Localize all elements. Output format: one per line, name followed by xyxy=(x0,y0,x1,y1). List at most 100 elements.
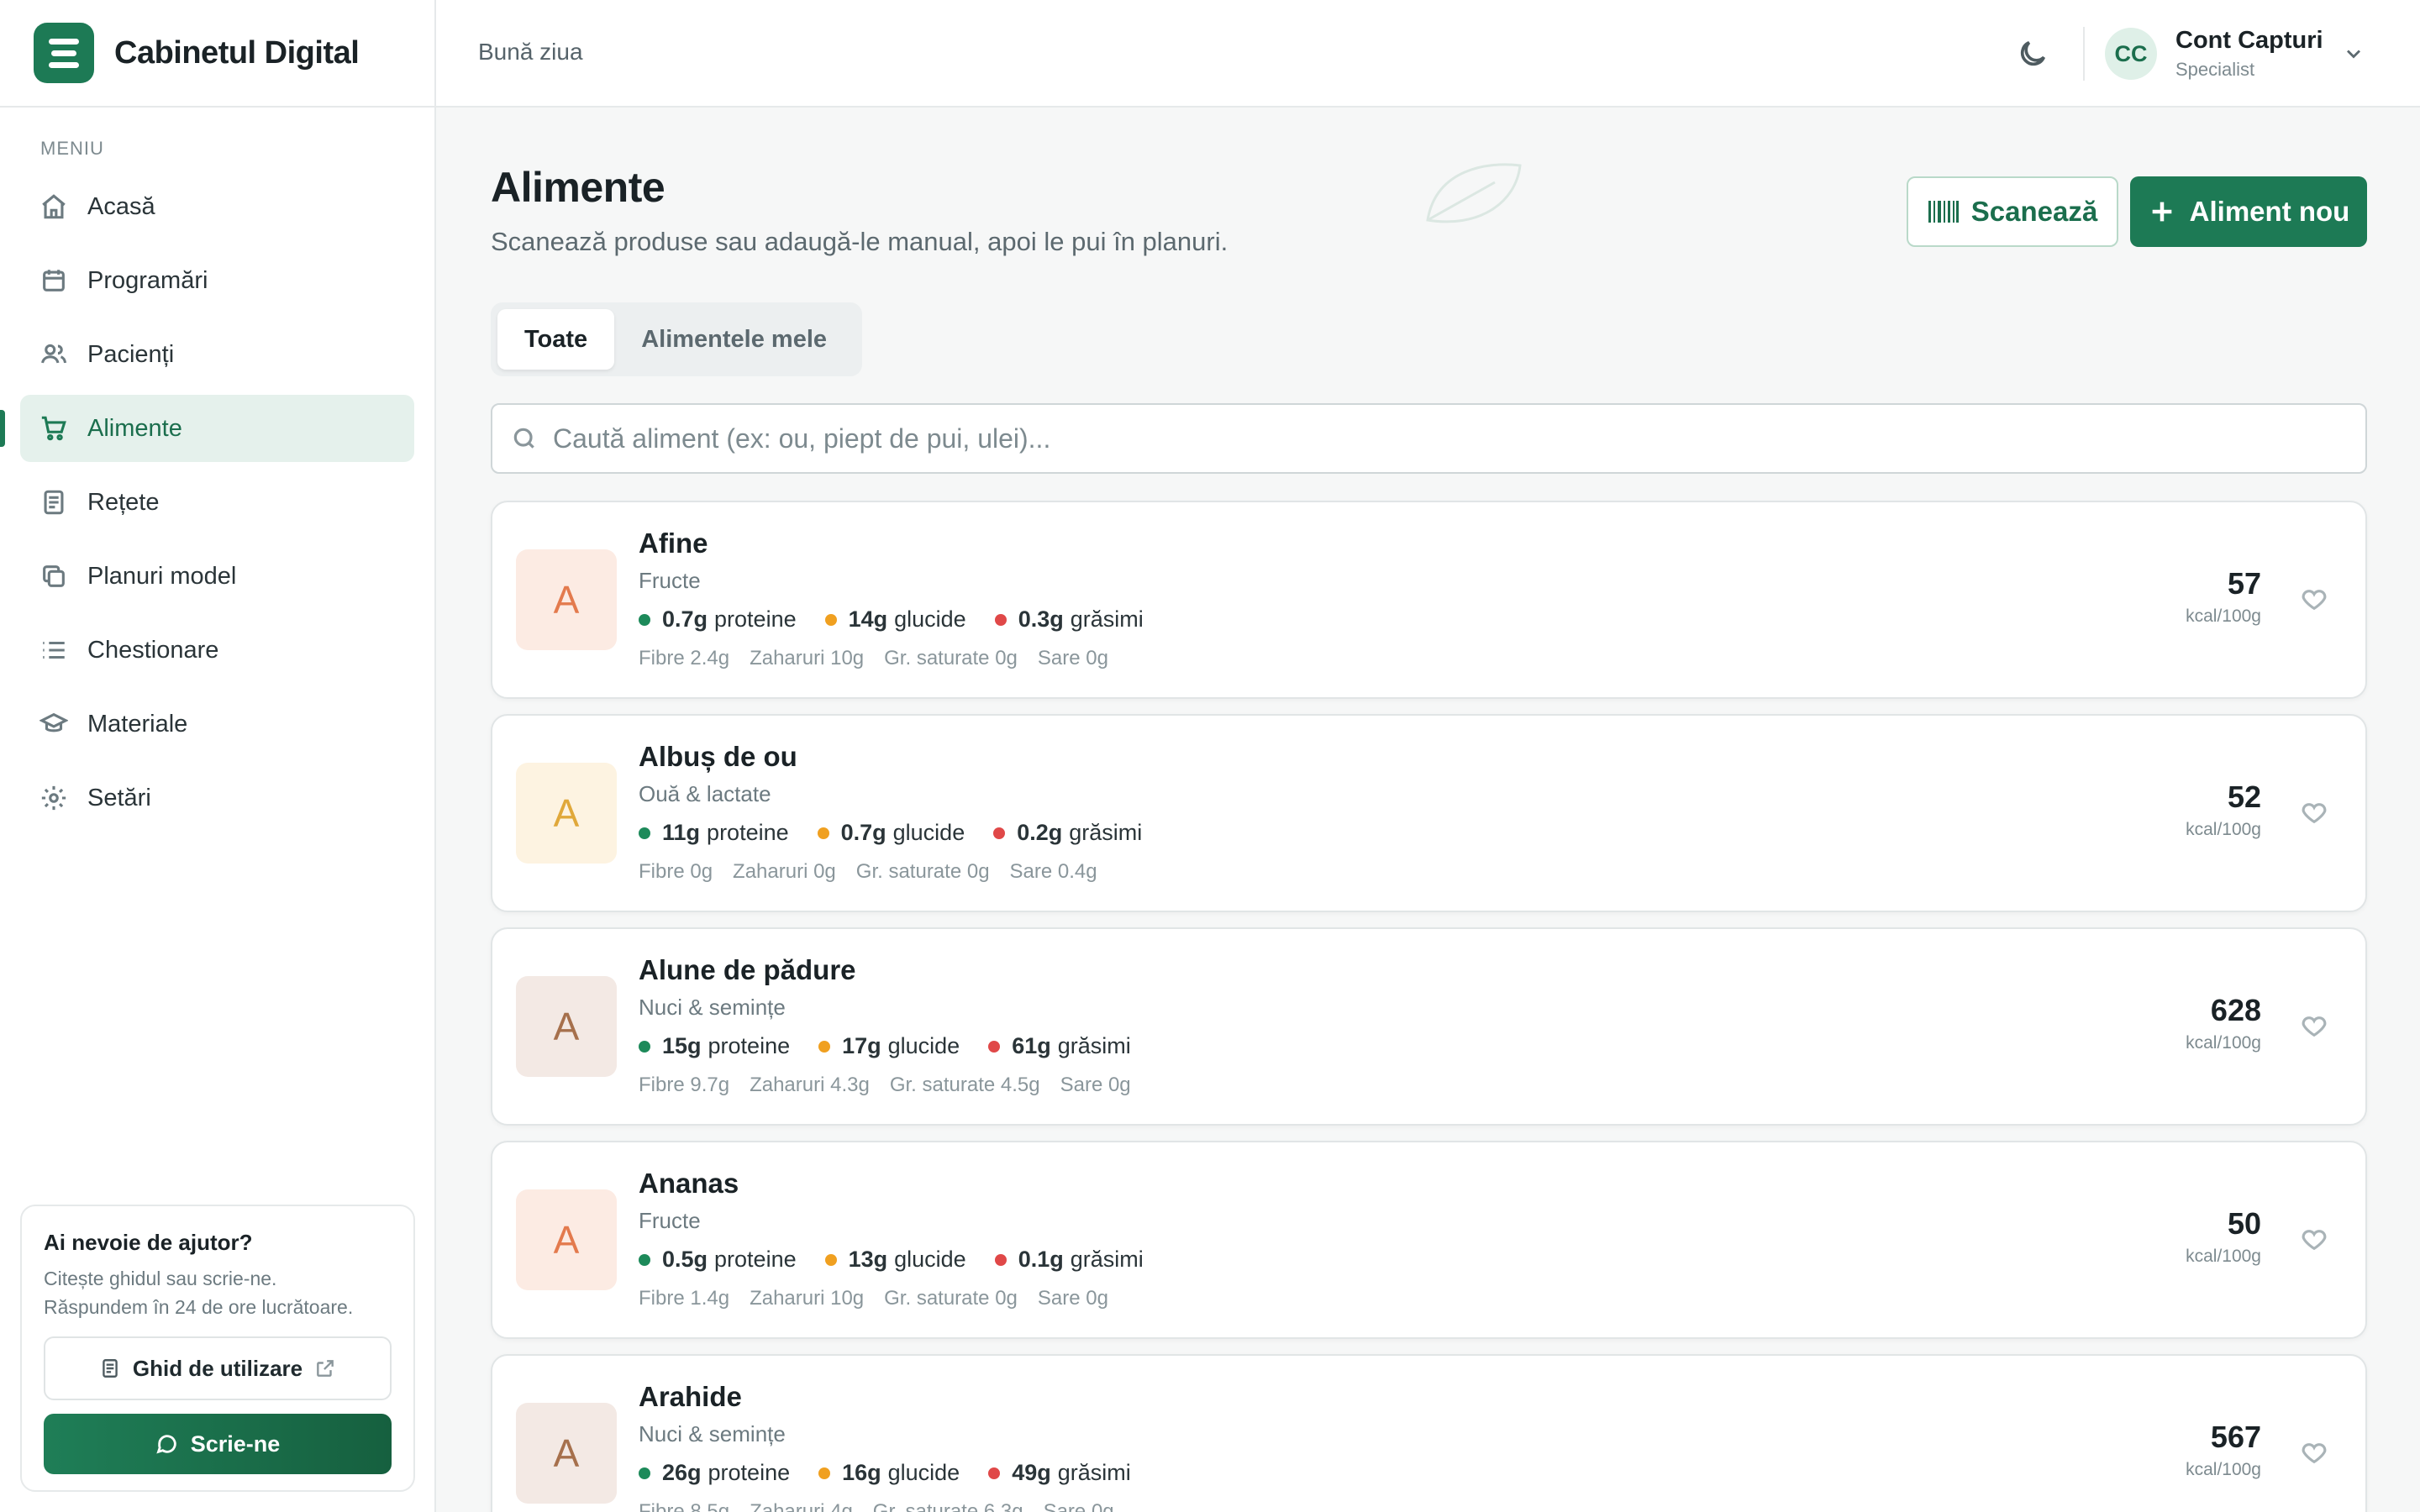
chevron-down-icon[interactable] xyxy=(2342,42,2365,66)
greeting: Bună ziua xyxy=(478,39,583,65)
saturated-fat-value: Gr. saturate 0g xyxy=(884,647,1018,669)
leaf-decoration-icon xyxy=(1419,153,1528,228)
food-extras: Fibre 9.7g Zaharuri 4.3g Gr. saturate 4.… xyxy=(639,1074,1151,1097)
sidebar-item-label: Materiale xyxy=(87,710,188,738)
tab-alimentele-mele[interactable]: Alimentele mele xyxy=(614,309,854,370)
carbs-label: glucide xyxy=(887,1460,960,1485)
page-title: Alimente xyxy=(491,164,666,211)
sidebar-item-acasa[interactable]: Acasă xyxy=(20,173,414,240)
carbs-dot-icon xyxy=(818,1040,831,1053)
fibre-value: Fibre 8.5g xyxy=(639,1500,730,1512)
macro-protein: 15g proteine xyxy=(639,1033,790,1059)
salt-value: Sare 0g xyxy=(1060,1074,1131,1096)
protein-value: 0.5g xyxy=(662,1247,708,1272)
food-card[interactable]: A Albuș de ou Ouă & lactate 11g proteine … xyxy=(491,714,2367,912)
favorite-heart-icon[interactable] xyxy=(2300,1011,2328,1040)
protein-label: proteine xyxy=(708,1033,791,1058)
fat-value: 0.3g xyxy=(1018,606,1064,632)
food-name: Ananas xyxy=(639,1168,739,1199)
theme-toggle-moon-icon[interactable] xyxy=(2016,37,2049,71)
write-us-button[interactable]: Scrie-ne xyxy=(44,1414,392,1474)
recipe-icon xyxy=(39,487,69,517)
sidebar-item-label: Alimente xyxy=(87,414,182,442)
macro-carbs: 17g glucide xyxy=(818,1033,960,1059)
sidebar-item-setari[interactable]: Setări xyxy=(20,764,414,832)
saturated-fat-value: Gr. saturate 4.5g xyxy=(889,1074,1040,1096)
protein-value: 26g xyxy=(662,1460,702,1485)
sidebar-nav: Acasă Programări Pacienți Alimente Rețet… xyxy=(0,173,434,832)
food-macros: 11g proteine 0.7g glucide 0.2g grăsimi xyxy=(639,820,1171,846)
favorite-heart-icon[interactable] xyxy=(2300,1225,2328,1253)
food-category: Fructe xyxy=(639,1208,701,1233)
help-text: Citește ghidul sau scrie-ne. Răspundem î… xyxy=(44,1264,392,1321)
carbs-value: 0.7g xyxy=(840,820,886,845)
tabs: Toate Alimentele mele xyxy=(491,302,862,376)
favorite-heart-icon[interactable] xyxy=(2300,1438,2328,1467)
fibre-value: Fibre 0g xyxy=(639,860,713,883)
add-food-button[interactable]: Aliment nou xyxy=(2130,176,2367,247)
favorite-heart-icon[interactable] xyxy=(2300,798,2328,827)
fat-value: 61g xyxy=(1012,1033,1051,1058)
guide-button-label: Ghid de utilizare xyxy=(132,1355,303,1381)
macro-fat: 0.1g grăsimi xyxy=(994,1247,1144,1273)
help-text-line: Citește ghidul sau scrie-ne. xyxy=(44,1268,277,1289)
food-extras: Fibre 1.4g Zaharuri 10g Gr. saturate 0g … xyxy=(639,1287,1128,1310)
brand[interactable]: Cabinetul Digital xyxy=(0,0,434,108)
kcal-value: 50 xyxy=(2227,1206,2261,1241)
fat-value: 0.1g xyxy=(1018,1247,1064,1272)
food-initial-badge: A xyxy=(516,1403,617,1504)
gear-icon xyxy=(39,783,69,813)
kcal-unit: kcal/100g xyxy=(2186,820,2261,839)
favorite-heart-icon[interactable] xyxy=(2300,585,2328,613)
fat-dot-icon xyxy=(993,827,1006,839)
brand-name: Cabinetul Digital xyxy=(114,34,360,71)
food-card[interactable]: A Ananas Fructe 0.5g proteine 13g glucide … xyxy=(491,1141,2367,1339)
external-link-icon xyxy=(314,1357,336,1379)
avatar[interactable]: CC xyxy=(2105,28,2157,80)
food-initial-badge: A xyxy=(516,549,617,650)
sugar-value: Zaharuri 4g xyxy=(750,1500,853,1512)
food-extras: Fibre 8.5g Zaharuri 4g Gr. saturate 6.3g… xyxy=(639,1500,1134,1512)
carbs-dot-icon xyxy=(817,827,829,839)
macro-carbs: 16g glucide xyxy=(818,1460,960,1486)
scan-button-label: Scanează xyxy=(1970,196,2098,227)
sugar-value: Zaharuri 4.3g xyxy=(750,1074,870,1096)
guide-button[interactable]: Ghid de utilizare xyxy=(44,1336,392,1400)
kcal-value: 628 xyxy=(2210,993,2261,1027)
search-input[interactable] xyxy=(553,423,2317,454)
search-bar xyxy=(491,403,2367,474)
saturated-fat-value: Gr. saturate 6.3g xyxy=(872,1500,1023,1512)
protein-dot-icon xyxy=(639,1467,650,1479)
food-name: Arahide xyxy=(639,1381,742,1412)
scan-button[interactable]: Scanează xyxy=(1907,176,2118,247)
sidebar-item-materiale[interactable]: Materiale xyxy=(20,690,414,758)
user-name[interactable]: Cont Capturi xyxy=(2175,27,2323,55)
saturated-fat-value: Gr. saturate 0g xyxy=(855,860,990,883)
home-icon xyxy=(39,192,69,222)
tab-toate[interactable]: Toate xyxy=(497,309,615,370)
carbs-value: 13g xyxy=(848,1247,888,1272)
food-card[interactable]: A Afine Fructe 0.7g proteine 14g glucide 0… xyxy=(491,501,2367,699)
kcal-value: 52 xyxy=(2227,780,2261,814)
search-icon xyxy=(511,425,553,452)
add-food-button-label: Aliment nou xyxy=(2189,196,2350,227)
sidebar-item-retete[interactable]: Rețete xyxy=(20,469,414,536)
macro-carbs: 0.7g glucide xyxy=(817,820,965,846)
food-card[interactable]: A Alune de pădure Nuci & semințe 15g prot… xyxy=(491,927,2367,1126)
sidebar-item-planuri-model[interactable]: Planuri model xyxy=(20,543,414,610)
food-category: Nuci & semințe xyxy=(639,1421,786,1446)
write-us-button-label: Scrie-ne xyxy=(190,1431,281,1457)
macro-protein: 26g proteine xyxy=(639,1460,790,1486)
sidebar-item-chestionare[interactable]: Chestionare xyxy=(20,617,414,684)
graduation-cap-icon xyxy=(39,709,69,739)
salt-value: Sare 0g xyxy=(1037,1287,1108,1310)
fat-label: grăsimi xyxy=(1070,1247,1144,1272)
sidebar-item-programari[interactable]: Programări xyxy=(20,247,414,314)
carbs-value: 17g xyxy=(842,1033,881,1058)
food-macros: 15g proteine 17g glucide 61g grăsimi xyxy=(639,1033,1160,1059)
food-card[interactable]: A Arahide Nuci & semințe 26g proteine 16g… xyxy=(491,1354,2367,1512)
sidebar-item-alimente[interactable]: Alimente xyxy=(0,395,414,462)
brand-logo-icon xyxy=(34,23,94,83)
sidebar-item-pacienti[interactable]: Pacienți xyxy=(20,321,414,388)
carbs-dot-icon xyxy=(818,1467,831,1479)
